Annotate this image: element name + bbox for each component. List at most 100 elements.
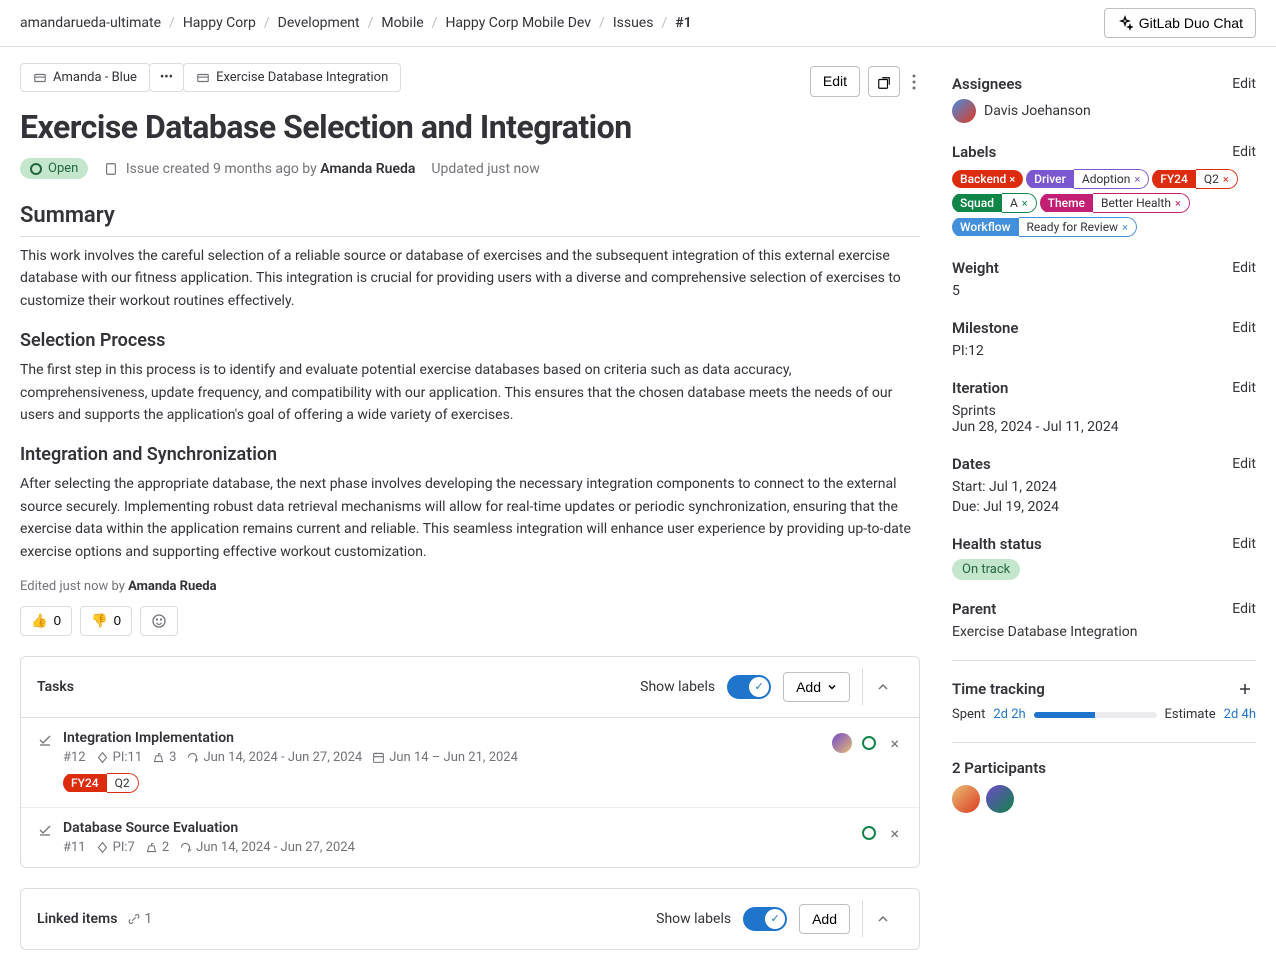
- avatar: [952, 99, 976, 123]
- weight-icon: [145, 841, 158, 854]
- avatar[interactable]: [952, 785, 980, 813]
- remove-label-icon[interactable]: ×: [1175, 197, 1181, 210]
- link-icon: [127, 912, 141, 926]
- participants-heading: 2 Participants: [952, 759, 1256, 777]
- author-link[interactable]: Amanda Rueda: [320, 161, 415, 177]
- remove-label-icon[interactable]: ×: [1223, 173, 1229, 186]
- spent-label: Spent: [952, 707, 985, 722]
- remove-label-icon[interactable]: ×: [1122, 221, 1128, 234]
- edit-assignees[interactable]: Edit: [1232, 76, 1256, 92]
- more-actions-button[interactable]: [908, 66, 920, 96]
- task-title[interactable]: Database Source Evaluation: [63, 820, 852, 836]
- add-linked-button[interactable]: Add: [799, 904, 850, 934]
- remove-label-icon[interactable]: ×: [1022, 197, 1028, 210]
- label-pill[interactable]: FY24Q2: [63, 773, 139, 793]
- new-window-button[interactable]: [868, 66, 900, 96]
- label-pill[interactable]: ThemeBetter Health ×: [1040, 193, 1190, 213]
- author-link[interactable]: Amanda Rueda: [128, 579, 216, 594]
- milestone-value[interactable]: PI:12: [952, 343, 1256, 359]
- remove-task-button[interactable]: ×: [886, 820, 903, 847]
- avatar[interactable]: [986, 785, 1014, 813]
- reaction-count: 0: [54, 613, 61, 628]
- breadcrumb-item[interactable]: #1: [675, 15, 691, 31]
- remove-task-button[interactable]: ×: [886, 730, 903, 757]
- reaction-count: 0: [114, 613, 121, 628]
- parent-heading: Parent: [952, 600, 996, 618]
- collapse-linked-button[interactable]: [862, 901, 903, 937]
- thumbs-up-button[interactable]: 👍 0: [20, 606, 72, 636]
- task-type-icon: [37, 732, 53, 748]
- selection-text: The first step in this process is to ide…: [20, 359, 920, 426]
- avatar[interactable]: [832, 733, 852, 753]
- epic-breadcrumb: Amanda - Blue ••• Exercise Database Inte…: [20, 63, 400, 92]
- page-title: Exercise Database Selection and Integrat…: [20, 108, 920, 146]
- label-pill[interactable]: FY24Q2 ×: [1152, 169, 1237, 189]
- estimate-label: Estimate: [1165, 707, 1216, 722]
- parent-value[interactable]: Exercise Database Integration: [952, 624, 1256, 640]
- spent-value[interactable]: 2d 2h: [993, 707, 1025, 722]
- edit-parent[interactable]: Edit: [1232, 601, 1256, 617]
- kebab-icon: [912, 74, 916, 90]
- summary-text: This work involves the careful selection…: [20, 245, 920, 312]
- edit-health[interactable]: Edit: [1232, 536, 1256, 552]
- external-icon: [877, 76, 891, 90]
- breadcrumb-item[interactable]: Mobile: [381, 15, 423, 31]
- iteration-icon: [179, 841, 192, 854]
- label-pill[interactable]: DriverAdoption ×: [1026, 169, 1149, 189]
- epic-chip-ellipsis[interactable]: •••: [149, 63, 184, 92]
- collapse-tasks-button[interactable]: [862, 669, 903, 705]
- milestone-icon: [96, 841, 109, 854]
- estimate-value[interactable]: 2d 4h: [1224, 707, 1256, 722]
- assignee-row[interactable]: Davis Joehanson: [952, 99, 1256, 123]
- milestone-icon: [96, 751, 109, 764]
- start-date: Start: Jul 1, 2024: [952, 479, 1256, 495]
- breadcrumb: amandarueda-ultimate/ Happy Corp/ Develo…: [20, 15, 692, 31]
- status-open-icon: [862, 736, 876, 750]
- remove-label-icon[interactable]: ×: [1009, 173, 1015, 186]
- label-pill[interactable]: WorkflowReady for Review ×: [952, 217, 1137, 237]
- task-id: #12: [63, 750, 86, 765]
- issue-icon: [104, 162, 118, 176]
- time-tracking-bar: [1034, 712, 1157, 718]
- status-badge: Open: [20, 158, 88, 179]
- calendar-icon: [372, 751, 385, 764]
- thumbs-down-icon: 👎: [91, 613, 108, 629]
- edit-button[interactable]: Edit: [810, 66, 860, 96]
- edit-dates[interactable]: Edit: [1232, 456, 1256, 472]
- duo-chat-button[interactable]: GitLab Duo Chat: [1104, 8, 1256, 38]
- iteration-icon: [186, 751, 199, 764]
- updated-meta: Updated just now: [431, 161, 539, 177]
- show-labels-toggle[interactable]: ✓: [727, 675, 771, 699]
- thumbs-down-button[interactable]: 👎 0: [80, 606, 132, 636]
- label-pill[interactable]: Backend ×: [952, 170, 1023, 188]
- breadcrumb-item[interactable]: Issues: [613, 15, 654, 31]
- breadcrumb-item[interactable]: Happy Corp: [183, 15, 256, 31]
- iteration-heading: Iteration: [952, 379, 1008, 397]
- remove-label-icon[interactable]: ×: [1134, 173, 1140, 186]
- plus-icon: [1238, 682, 1252, 696]
- edit-milestone[interactable]: Edit: [1232, 320, 1256, 336]
- breadcrumb-item[interactable]: Development: [278, 15, 360, 31]
- linked-items-panel: Linked items 1 Show labels ✓ Add: [20, 888, 920, 950]
- due-date: Due: Jul 19, 2024: [952, 499, 1256, 515]
- label-pill[interactable]: SquadA ×: [952, 193, 1037, 213]
- task-title[interactable]: Integration Implementation: [63, 730, 822, 746]
- epic-icon: [33, 71, 47, 85]
- status-text: Open: [48, 161, 78, 176]
- health-heading: Health status: [952, 535, 1042, 553]
- breadcrumb-item[interactable]: Happy Corp Mobile Dev: [445, 15, 591, 31]
- add-reaction-button[interactable]: [140, 606, 178, 636]
- show-labels-toggle[interactable]: ✓: [743, 907, 787, 931]
- add-task-button[interactable]: Add: [783, 672, 850, 702]
- add-time-button[interactable]: [1234, 677, 1256, 701]
- selection-heading: Selection Process: [20, 330, 920, 351]
- edit-iteration[interactable]: Edit: [1232, 380, 1256, 396]
- epic-chip[interactable]: Exercise Database Integration: [183, 63, 401, 92]
- breadcrumb-item[interactable]: amandarueda-ultimate: [20, 15, 161, 31]
- epic-chip[interactable]: Amanda - Blue: [20, 63, 150, 92]
- thumbs-up-icon: 👍: [31, 613, 48, 629]
- edited-meta: Edited just now by Amanda Rueda: [20, 579, 920, 594]
- created-meta: Issue created 9 months ago by Amanda Rue…: [104, 161, 415, 177]
- edit-weight[interactable]: Edit: [1232, 260, 1256, 276]
- edit-labels[interactable]: Edit: [1232, 144, 1256, 160]
